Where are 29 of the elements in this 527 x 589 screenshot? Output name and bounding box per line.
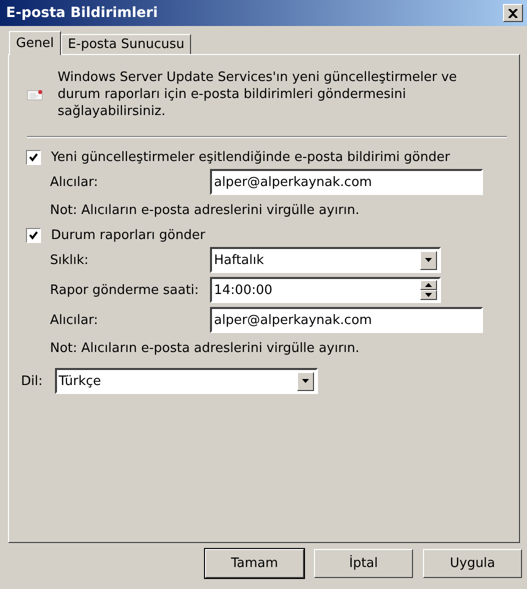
field-label: Alıcılar: [50,312,99,328]
description-text: Windows Server Update Services'ın yeni güncelleştirmeler ve durum raporları için e-posta bildirimleri göndermesini sağlayabilirsiniz. [58,69,458,120]
checkbox-label: Durum raporları gönder [51,228,206,243]
language-dropdown[interactable]: Türkçe [54,368,318,394]
tab[interactable]: Genel [9,31,61,55]
spin-up-icon [425,283,432,287]
field-label: Sıklık: [50,252,90,268]
frequency-dropdown[interactable]: Haftalık [210,247,441,273]
close-button[interactable] [503,4,523,22]
field-label: Rapor gönderme saati: [50,282,200,298]
dialog-button[interactable]: Tamam [205,549,304,578]
language-label: Dil: [21,374,43,388]
checkbox-label: Yeni güncelleştirmeler eşitlendiğinde e-posta bildirimi gönder [51,150,450,165]
dropdown-arrow-icon [425,258,432,262]
note-text: Not: Alıcıların e-posta adreslerini virgülle ayırın. [50,341,360,356]
recipients-field[interactable]: alper@alperkaynak.com [210,169,483,195]
close-icon [508,8,518,18]
time-spinner[interactable]: 14:00:00 [210,277,441,303]
window-title: E-posta Bildirimleri [6,5,158,21]
dialog-button[interactable]: İptal [314,549,413,578]
dropdown-arrow-icon [302,379,309,383]
checkbox[interactable] [26,228,41,243]
tab[interactable]: E-posta Sunucusu [60,34,192,54]
spin-down-icon [425,293,432,297]
note-text: Not: Alıcıların e-posta adreslerini virgülle ayırın. [50,203,360,218]
recipients-field[interactable]: alper@alperkaynak.com [210,307,483,333]
field-label: Alıcılar: [50,174,99,190]
dialog-button[interactable]: Uygula [423,549,522,578]
checkbox[interactable] [26,150,41,165]
